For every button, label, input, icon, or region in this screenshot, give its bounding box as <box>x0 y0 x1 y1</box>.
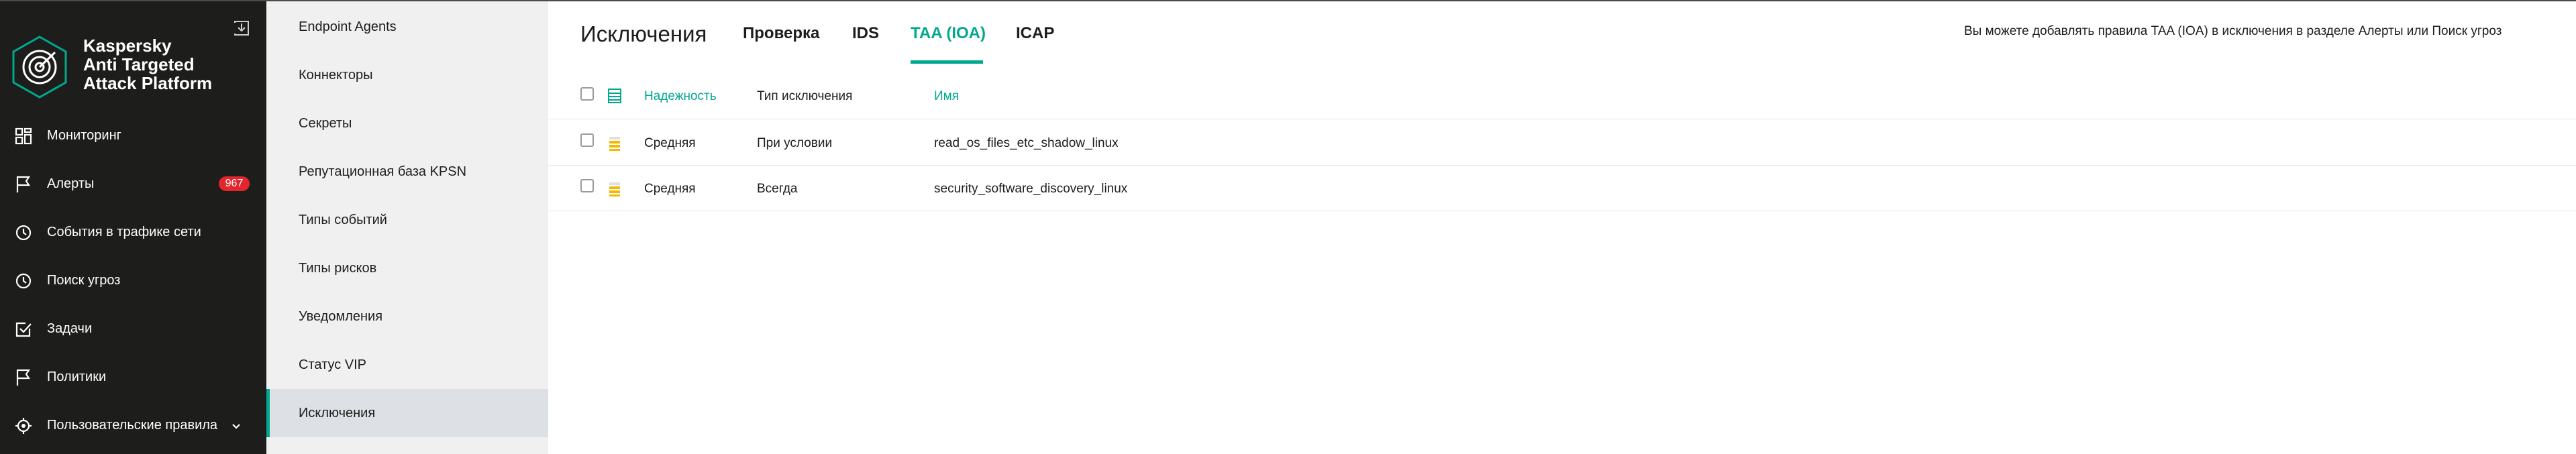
submenu-item-label: Типы рисков <box>299 260 377 276</box>
table-row[interactable]: Средняя Всегда security_software_discove… <box>548 166 2576 211</box>
collapse-sidebar-button[interactable] <box>231 17 252 39</box>
brand: Kaspersky Anti Targeted Attack Platform <box>11 16 259 103</box>
main-content: Исключения Проверка IDS TAA (IOA) ICAP В… <box>548 1 2576 454</box>
tab-ids[interactable]: IDS <box>852 24 879 43</box>
kaspersky-logo-icon <box>12 36 67 99</box>
column-header-exclusion-type[interactable]: Тип исключения <box>757 89 852 104</box>
table-row[interactable]: Средняя При условии read_os_files_etc_sh… <box>548 120 2576 166</box>
submenu-item-label: Секреты <box>299 115 352 131</box>
submenu-item-vip-status[interactable]: Статус VIP <box>266 341 548 389</box>
nav-item-label: Пользовательские правила <box>47 417 218 433</box>
page-title: Исключения <box>580 21 707 46</box>
submenu-item-label: Исключения <box>299 405 376 420</box>
column-header-name[interactable]: Имя <box>934 89 959 104</box>
cell-name: read_os_files_etc_shadow_linux <box>934 136 1119 150</box>
nav-item-monitoring[interactable]: Мониторинг <box>0 111 266 160</box>
policies-flag-icon <box>16 369 31 386</box>
network-events-icon <box>15 225 32 241</box>
tab-icap[interactable]: ICAP <box>1016 24 1054 43</box>
nav-item-label: События в трафике сети <box>47 224 201 239</box>
nav-item-label: Алерты <box>47 176 95 191</box>
nav-item-label: Поиск угроз <box>47 272 121 288</box>
chevron-down-icon <box>232 424 240 429</box>
dashboard-icon <box>15 127 32 145</box>
column-header-reliability[interactable]: Надежность <box>644 89 717 104</box>
cell-reliability: Средняя <box>644 182 696 196</box>
info-hint: Вы можете добавлять правила TAA (IOA) в … <box>1964 24 2502 38</box>
nav-item-tasks[interactable]: Задачи <box>0 304 266 353</box>
threat-hunting-icon <box>15 273 32 289</box>
column-settings-icon[interactable] <box>607 88 622 104</box>
tab-taa-ioa[interactable]: TAA (IOA) <box>911 24 986 43</box>
nav-item-label: Политики <box>47 369 107 384</box>
submenu-item-kpsn[interactable]: Репутационная база KPSN <box>266 148 548 196</box>
submenu-item-label: Типы событий <box>299 212 387 227</box>
select-all-checkbox[interactable] <box>580 87 594 101</box>
nav-item-threat-hunting[interactable]: Поиск угроз <box>0 256 266 304</box>
collapse-icon <box>234 21 249 36</box>
submenu-item-event-types[interactable]: Типы событий <box>266 196 548 244</box>
row-checkbox[interactable] <box>580 133 594 147</box>
nav-item-label: Мониторинг <box>47 127 121 143</box>
nav-item-policies[interactable]: Политики <box>0 353 266 401</box>
submenu-item-label: Коннекторы <box>299 67 373 82</box>
nav-item-label: Задачи <box>47 321 93 336</box>
brand-name: Kaspersky Anti Targeted Attack Platform <box>83 36 213 93</box>
submenu-item-notifications[interactable]: Уведомления <box>266 292 548 341</box>
submenu-item-label: Статус VIP <box>299 357 367 372</box>
submenu-item-label: Репутационная база KPSN <box>299 164 467 179</box>
alerts-count-badge: 967 <box>219 176 250 191</box>
flag-icon <box>16 176 31 192</box>
cell-reliability: Средняя <box>644 136 696 150</box>
nav-item-network-events[interactable]: События в трафике сети <box>0 208 266 256</box>
tasks-check-icon <box>15 322 32 337</box>
submenu-item-connectors[interactable]: Коннекторы <box>266 51 548 99</box>
submenu-item-secrets[interactable]: Секреты <box>266 99 548 148</box>
cell-exclusion-type: При условии <box>757 136 833 150</box>
custom-rules-icon <box>15 418 32 434</box>
reliability-medium-icon <box>609 137 620 151</box>
nav-item-custom-rules[interactable]: Пользовательские правила <box>0 401 266 449</box>
table-header: Надежность Тип исключения Имя <box>548 72 2576 119</box>
submenu-item-endpoint-agents[interactable]: Endpoint Agents <box>266 3 548 51</box>
main-navigation: Kaspersky Anti Targeted Attack Platform … <box>0 1 266 454</box>
cell-name: security_software_discovery_linux <box>934 182 1128 196</box>
active-tab-indicator <box>911 60 983 64</box>
submenu-item-label: Уведомления <box>299 308 383 324</box>
tab-scan[interactable]: Проверка <box>743 24 819 43</box>
reliability-medium-icon <box>609 182 620 196</box>
nav-item-alerts[interactable]: Алерты 967 <box>0 160 266 208</box>
submenu-item-exclusions[interactable]: Исключения <box>266 389 548 437</box>
row-checkbox[interactable] <box>580 179 594 192</box>
settings-submenu: Endpoint Agents Коннекторы Секреты Репут… <box>266 1 548 454</box>
submenu-item-risk-types[interactable]: Типы рисков <box>266 244 548 292</box>
submenu-item-label: Endpoint Agents <box>299 19 397 34</box>
cell-exclusion-type: Всегда <box>757 182 798 196</box>
